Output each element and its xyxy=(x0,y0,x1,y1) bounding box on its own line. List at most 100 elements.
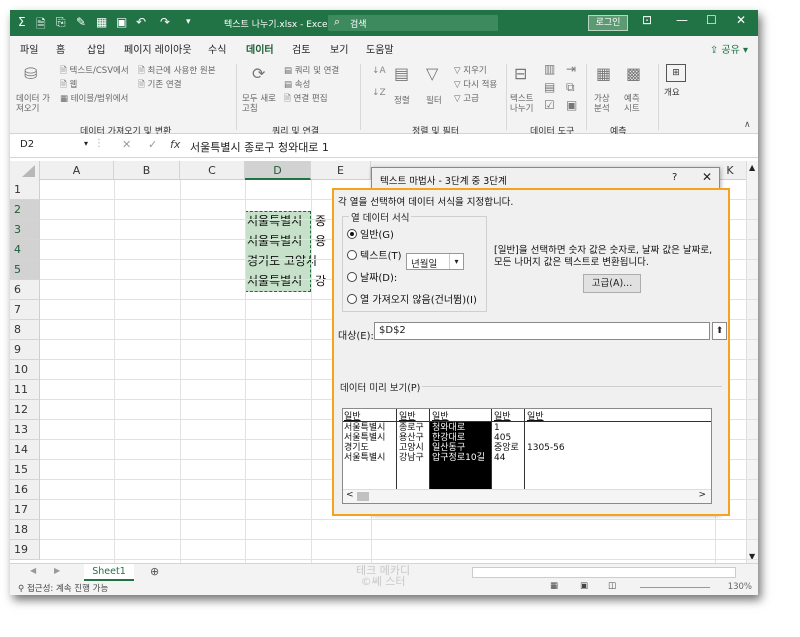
sort-button[interactable]: 정렬 xyxy=(394,94,410,106)
row-header[interactable]: 18 xyxy=(10,520,40,540)
row-header[interactable]: 9 xyxy=(10,340,40,360)
table-icon[interactable]: ▦ xyxy=(96,15,107,29)
remove-duplicates-icon[interactable]: ▤ xyxy=(544,80,555,94)
normal-view-icon[interactable]: ▦ xyxy=(550,581,558,591)
tab-insert[interactable]: 삽입 xyxy=(87,41,105,56)
row-header[interactable]: 14 xyxy=(10,440,40,460)
customize-toolbar-icon[interactable]: ▾ xyxy=(186,17,191,27)
clear-button[interactable]: ▽ 지우기 xyxy=(454,64,487,76)
data-validation-icon[interactable]: ☑ xyxy=(544,98,555,112)
tab-view[interactable]: 보기 xyxy=(330,41,348,56)
column-header-c[interactable]: C xyxy=(180,161,245,180)
column-header-e[interactable]: E xyxy=(311,161,371,180)
tab-help[interactable]: 도움말 xyxy=(366,41,394,56)
from-table-button[interactable]: ▦ 테이블/범위에서 xyxy=(60,92,128,104)
row-header[interactable]: 2 xyxy=(10,200,40,220)
row-header[interactable]: 12 xyxy=(10,400,40,420)
radio-date[interactable]: 날짜(D): xyxy=(347,269,397,284)
scroll-left-icon[interactable]: < xyxy=(346,490,354,500)
cell-d4[interactable]: 경기도 고양시 xyxy=(247,252,317,269)
tab-formulas[interactable]: 수식 xyxy=(208,41,226,56)
edit-links-button[interactable]: 🗎 연결 편집 xyxy=(284,92,328,107)
advanced-filter-button[interactable]: ▽ 고급 xyxy=(454,92,479,104)
row-header[interactable]: 4 xyxy=(10,240,40,260)
column-header-b[interactable]: B xyxy=(114,161,180,180)
advanced-button[interactable]: 고급(A)... xyxy=(583,274,641,293)
filter-button[interactable]: 필터 xyxy=(426,94,442,106)
tab-home[interactable]: 홈 xyxy=(56,41,65,56)
row-header[interactable]: 1 xyxy=(10,180,40,200)
prev-sheet-icon[interactable]: ◀ xyxy=(30,566,36,575)
cell-d3[interactable]: 서울특별시 xyxy=(247,232,317,249)
row-header[interactable]: 19 xyxy=(10,540,40,560)
enter-icon[interactable]: ✓ xyxy=(148,138,157,151)
destination-input[interactable]: $D$2 xyxy=(374,322,710,340)
page-break-view-icon[interactable]: ◫ xyxy=(608,581,616,591)
redo-icon[interactable]: ↷ xyxy=(160,15,170,29)
flash-fill-icon[interactable]: ▥ xyxy=(544,62,555,76)
relationships-icon[interactable]: ⧉ xyxy=(566,80,575,95)
tab-review[interactable]: 검토 xyxy=(292,41,310,56)
row-header[interactable]: 11 xyxy=(10,380,40,400)
login-button[interactable]: 로그인 xyxy=(588,15,628,31)
column-header-a[interactable]: A xyxy=(40,161,114,180)
name-box[interactable]: D2 ▾ xyxy=(16,137,88,154)
preview-vertical-scrollbar[interactable]: ∧ ∨ xyxy=(711,409,712,489)
text-to-columns-button[interactable]: 텍스트 나누기 xyxy=(510,94,542,114)
column-header-d[interactable]: D xyxy=(245,161,311,180)
recent-sources-button[interactable]: 🗎 최근에 사용한 원본 xyxy=(138,64,216,79)
autosum-icon[interactable]: Σ xyxy=(18,15,26,29)
forecast-sheet-button[interactable]: 예측 시트 xyxy=(624,94,650,114)
row-header[interactable]: 17 xyxy=(10,500,40,520)
sheet-tab-sheet1[interactable]: Sheet1 xyxy=(84,564,134,581)
row-header[interactable]: 7 xyxy=(10,300,40,320)
clipboard-icon[interactable]: ⎘ xyxy=(56,15,66,30)
row-header[interactable]: 6 xyxy=(10,280,40,300)
share-button[interactable]: ⇪ 공유 ▾ xyxy=(710,41,748,56)
close-window-icon[interactable]: ✕ xyxy=(736,13,746,27)
preview-horizontal-scrollbar[interactable]: < > xyxy=(343,489,711,503)
view-icon[interactable]: ▣ xyxy=(116,15,127,29)
row-header[interactable]: 13 xyxy=(10,420,40,440)
formula-input[interactable]: 서울특별시 종로구 청와대로 1 xyxy=(190,139,329,155)
collapse-ribbon-icon[interactable]: ∧ xyxy=(744,120,751,130)
data-preview[interactable]: 일반 일반 일반 일반 일반 서울특별시 종로구 청와대로 1 서울특별시 용산구 한강대로… xyxy=(342,408,712,504)
select-all-corner[interactable] xyxy=(10,161,40,180)
minimize-icon[interactable]: — xyxy=(676,13,688,27)
row-header[interactable]: 3 xyxy=(10,220,40,240)
cell-d5[interactable]: 서울특별시 xyxy=(247,272,317,289)
row-header[interactable]: 10 xyxy=(10,360,40,380)
ribbon-display-icon[interactable]: ⊡ xyxy=(642,13,652,27)
save-icon[interactable]: 🗎 xyxy=(36,15,46,36)
get-data-button[interactable]: 데이터 가져오기 xyxy=(16,94,56,114)
undo-icon[interactable]: ↶ xyxy=(136,15,146,29)
next-sheet-icon[interactable]: ▶ xyxy=(54,566,60,575)
row-header[interactable]: 5 xyxy=(10,260,40,280)
cancel-icon[interactable]: ✕ xyxy=(122,138,131,151)
cell-d2[interactable]: 서울특별시 xyxy=(247,212,317,229)
insert-function-icon[interactable]: fx xyxy=(170,138,180,151)
scroll-thumb[interactable] xyxy=(357,492,369,501)
add-sheet-icon[interactable]: ⊕ xyxy=(150,565,159,578)
outline-button[interactable]: 개요 xyxy=(664,86,680,98)
help-icon[interactable]: ? xyxy=(672,172,677,183)
page-layout-view-icon[interactable]: ▣ xyxy=(580,581,588,591)
row-header[interactable]: 16 xyxy=(10,480,40,500)
scroll-right-icon[interactable]: > xyxy=(698,490,706,500)
queries-connections-button[interactable]: ▤ 쿼리 및 연결 xyxy=(284,64,339,76)
tab-file[interactable]: 파일 xyxy=(20,41,38,56)
what-if-button[interactable]: 가상 분석 xyxy=(594,94,620,114)
zoom-level[interactable]: 130% xyxy=(728,582,752,592)
reapply-button[interactable]: ▽ 다시 적용 xyxy=(454,78,497,90)
data-model-icon[interactable]: ▣ xyxy=(566,98,577,112)
radio-text[interactable]: 텍스트(T) xyxy=(347,247,402,262)
from-web-button[interactable]: 🗎 웹 xyxy=(60,78,77,93)
paint-icon[interactable]: ✎ xyxy=(76,15,86,29)
maximize-icon[interactable]: ☐ xyxy=(706,13,717,27)
sort-za-icon[interactable]: ↓Z xyxy=(372,88,386,98)
close-icon[interactable]: ✕ xyxy=(702,170,712,184)
sort-az-icon[interactable]: ↓A xyxy=(372,66,386,76)
date-format-select[interactable]: 년월일 ▾ xyxy=(406,253,464,270)
properties-button[interactable]: ▤ 속성 xyxy=(284,78,310,90)
horizontal-scrollbar[interactable] xyxy=(472,567,736,578)
